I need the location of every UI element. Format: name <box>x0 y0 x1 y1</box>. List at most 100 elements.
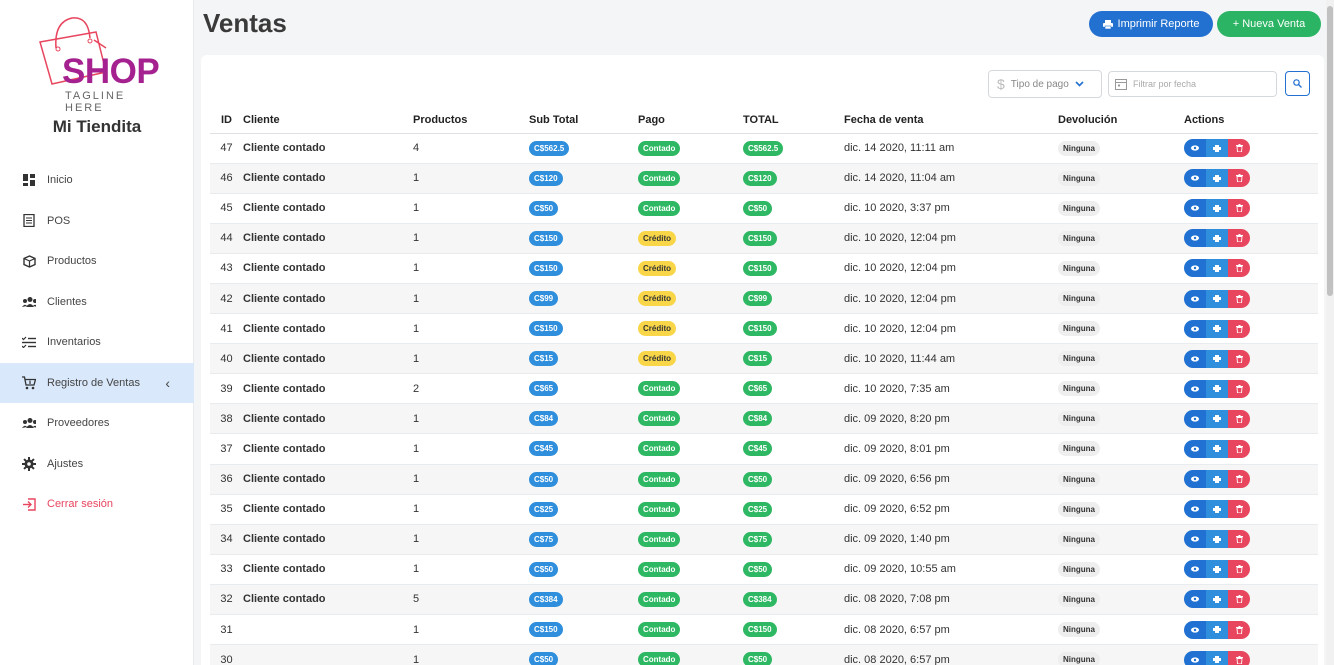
delete-button[interactable] <box>1228 199 1250 218</box>
print-button[interactable] <box>1206 139 1228 158</box>
view-button[interactable] <box>1184 650 1206 665</box>
sidebar-item-logout[interactable]: Cerrar sesión <box>0 484 194 525</box>
view-button[interactable] <box>1184 439 1206 458</box>
payment-badge: Crédito <box>638 321 676 337</box>
delete-button[interactable] <box>1228 319 1250 338</box>
view-button[interactable] <box>1184 319 1206 338</box>
print-button[interactable] <box>1206 470 1228 489</box>
delete-button[interactable] <box>1228 500 1250 519</box>
sidebar-item-proveedores[interactable]: Proveedores <box>0 403 194 444</box>
shop-logo[interactable]: SHOP TAGLINE HERE <box>34 14 162 114</box>
view-button[interactable] <box>1184 229 1206 248</box>
sidebar-item-clientes[interactable]: Clientes <box>0 282 194 323</box>
view-button[interactable] <box>1184 139 1206 158</box>
printer-icon <box>1213 475 1221 483</box>
print-button[interactable] <box>1206 590 1228 609</box>
table-row: 42 Cliente contado 1 C$99 Crédito C$99 dic. 10… <box>210 283 1318 315</box>
row-id: 31 <box>210 614 243 646</box>
sidebar-item-pos[interactable]: POS <box>0 201 194 242</box>
delete-button[interactable] <box>1228 139 1250 158</box>
table-row: 35 Cliente contado 1 C$25 Contado C$25 dic. 09… <box>210 494 1318 525</box>
trash-icon <box>1235 144 1243 153</box>
view-button[interactable] <box>1184 379 1206 398</box>
printer-icon <box>1102 19 1113 29</box>
payment-badge: Contado <box>638 501 681 517</box>
view-button[interactable] <box>1184 590 1206 609</box>
delete-button[interactable] <box>1228 650 1250 665</box>
dashboard-icon <box>22 173 36 187</box>
column-header-devolucion[interactable]: Devolución <box>1058 107 1184 134</box>
column-header-productos[interactable]: Productos <box>413 107 529 134</box>
print-button[interactable] <box>1206 560 1228 579</box>
subtotal-badge: C$562.5 <box>529 140 570 156</box>
print-button[interactable] <box>1206 530 1228 549</box>
print-button[interactable] <box>1206 650 1228 665</box>
delete-button[interactable] <box>1228 530 1250 549</box>
delete-button[interactable] <box>1228 259 1250 278</box>
delete-button[interactable] <box>1228 470 1250 489</box>
print-report-button[interactable]: Imprimir Reporte <box>1089 11 1213 37</box>
print-button[interactable] <box>1206 349 1228 368</box>
row-cliente <box>243 644 413 665</box>
delete-button[interactable] <box>1228 229 1250 248</box>
view-button[interactable] <box>1184 169 1206 188</box>
subtotal-badge: C$50 <box>529 561 559 577</box>
delete-button[interactable] <box>1228 379 1250 398</box>
print-button[interactable] <box>1206 500 1228 519</box>
column-header-id[interactable]: ID <box>210 107 243 134</box>
view-button[interactable] <box>1184 620 1206 639</box>
view-button[interactable] <box>1184 199 1206 218</box>
row-id: 38 <box>210 403 243 435</box>
view-button[interactable] <box>1184 530 1206 549</box>
print-button[interactable] <box>1206 409 1228 428</box>
print-button[interactable] <box>1206 289 1228 308</box>
print-button[interactable] <box>1206 199 1228 218</box>
delete-button[interactable] <box>1228 439 1250 458</box>
column-header-fecha[interactable]: Fecha de venta <box>844 107 1058 134</box>
row-cliente: Cliente contado <box>243 433 413 465</box>
column-header-total[interactable]: TOTAL <box>743 107 844 134</box>
print-button[interactable] <box>1206 169 1228 188</box>
column-header-cliente[interactable]: Cliente <box>243 107 413 134</box>
column-header-subtotal[interactable]: Sub Total <box>529 107 638 134</box>
delete-button[interactable] <box>1228 590 1250 609</box>
delete-button[interactable] <box>1228 620 1250 639</box>
view-button[interactable] <box>1184 470 1206 489</box>
printer-icon <box>1213 656 1221 664</box>
payment-type-select[interactable]: $ Tipo de pago <box>988 70 1102 98</box>
new-sale-button[interactable]: + Nueva Venta <box>1217 11 1321 37</box>
row-productos: 1 <box>413 554 529 585</box>
delete-button[interactable] <box>1228 289 1250 308</box>
table-row: 40 Cliente contado 1 C$15 Crédito C$15 dic. 10… <box>210 343 1318 375</box>
delete-button[interactable] <box>1228 349 1250 368</box>
print-button[interactable] <box>1206 319 1228 338</box>
view-button[interactable] <box>1184 560 1206 579</box>
sidebar-item-productos[interactable]: Productos <box>0 241 194 282</box>
view-button[interactable] <box>1184 289 1206 308</box>
total-badge: C$50 <box>743 652 773 665</box>
print-button[interactable] <box>1206 439 1228 458</box>
print-button[interactable] <box>1206 620 1228 639</box>
sidebar-item-inicio[interactable]: Inicio <box>0 160 194 201</box>
search-button[interactable] <box>1285 71 1310 96</box>
row-id: 40 <box>210 343 243 375</box>
print-button[interactable] <box>1206 379 1228 398</box>
sidebar-item-inventarios[interactable]: Inventarios <box>0 322 194 363</box>
view-button[interactable] <box>1184 409 1206 428</box>
print-button[interactable] <box>1206 229 1228 248</box>
delete-button[interactable] <box>1228 560 1250 579</box>
column-header-pago[interactable]: Pago <box>638 107 743 134</box>
date-filter-input[interactable]: Filtrar por fecha <box>1108 71 1277 97</box>
page-scrollbar[interactable] <box>1326 0 1334 665</box>
eye-icon <box>1191 326 1199 332</box>
print-button[interactable] <box>1206 259 1228 278</box>
view-button[interactable] <box>1184 349 1206 368</box>
sidebar-item-registro-ventas[interactable]: Registro de Ventas ‹ <box>0 362 194 403</box>
sidebar-item-ajustes[interactable]: Ajustes <box>0 444 194 485</box>
row-actions <box>1184 139 1250 158</box>
view-button[interactable] <box>1184 259 1206 278</box>
delete-button[interactable] <box>1228 169 1250 188</box>
view-button[interactable] <box>1184 500 1206 519</box>
scrollbar-thumb[interactable] <box>1327 6 1333 296</box>
delete-button[interactable] <box>1228 409 1250 428</box>
